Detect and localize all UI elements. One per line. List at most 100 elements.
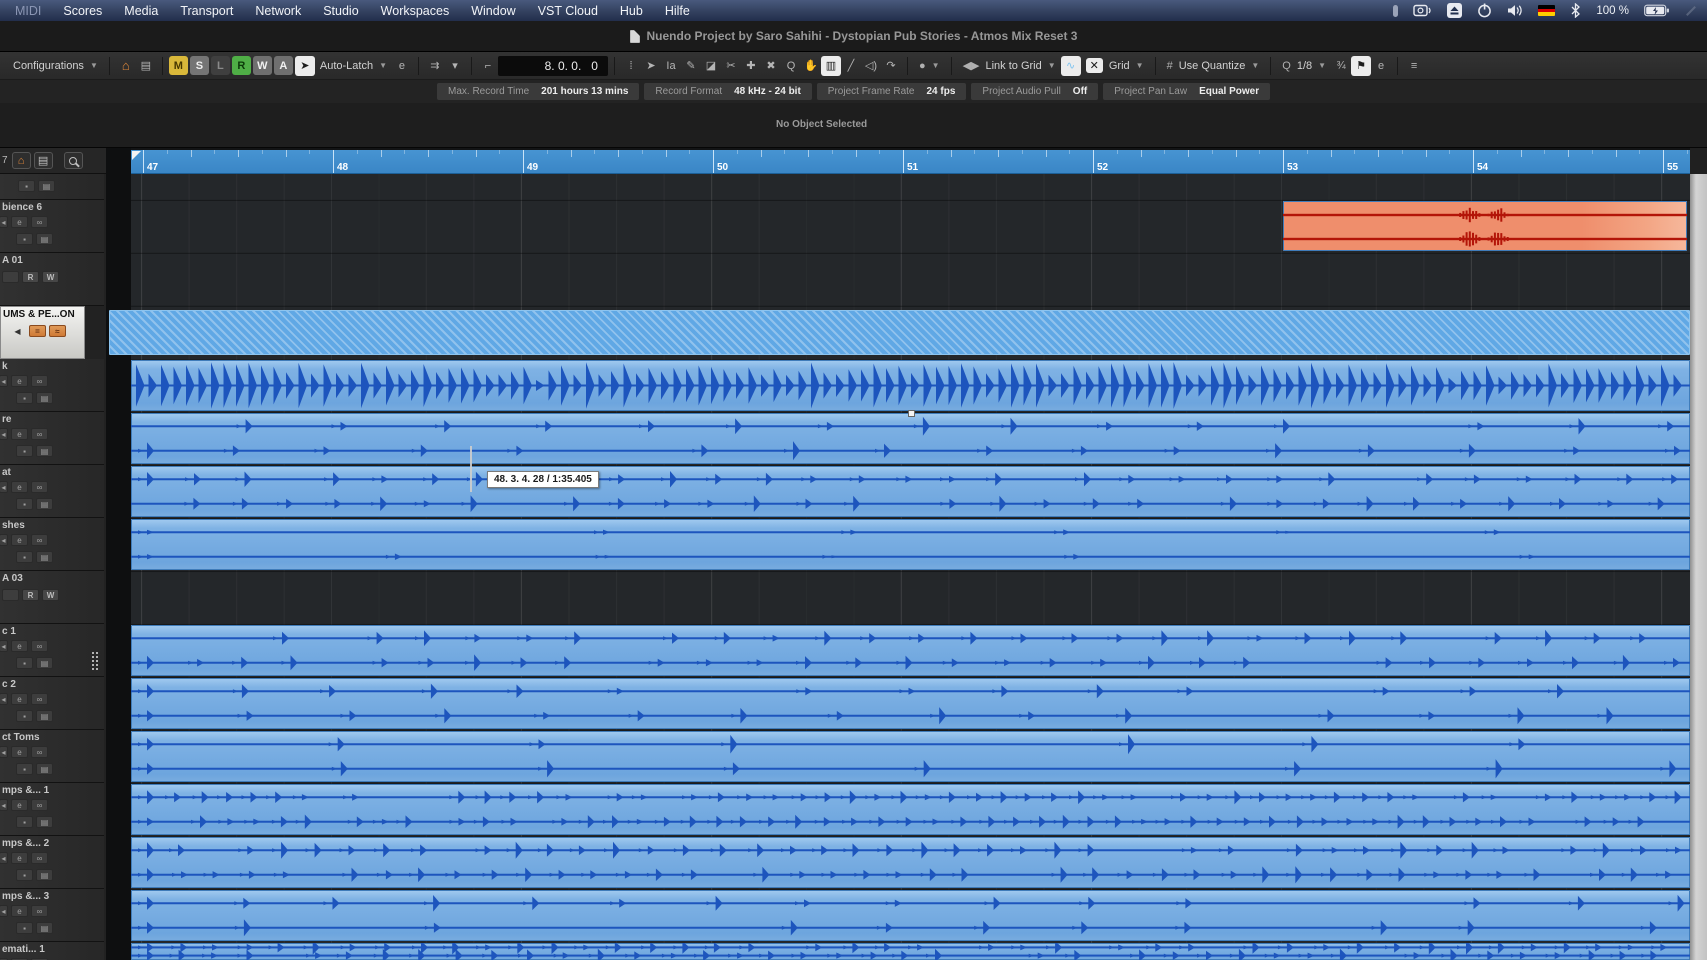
automation-value-box[interactable] bbox=[2, 271, 19, 283]
audio-event-orange[interactable] bbox=[1283, 201, 1687, 251]
track-edit-button[interactable]: e bbox=[11, 799, 28, 811]
track-lanes-button[interactable]: ▤ bbox=[36, 869, 53, 881]
menu-workspaces[interactable]: Workspaces bbox=[381, 4, 450, 18]
track-edit-button[interactable]: e bbox=[11, 534, 28, 546]
folder-collapse-button[interactable]: ◀ bbox=[9, 325, 26, 337]
power-icon[interactable] bbox=[1477, 3, 1492, 18]
folder-event-selected[interactable] bbox=[109, 310, 1690, 355]
erase-tool[interactable]: ◪ bbox=[701, 56, 721, 76]
track-lanes-button[interactable]: ▤ bbox=[36, 657, 53, 669]
track-link-button[interactable]: ∞ bbox=[31, 640, 48, 652]
automation-value-box[interactable] bbox=[2, 589, 19, 601]
track-row-re[interactable]: re◂e∞▪▤ bbox=[0, 412, 104, 465]
record-state-button[interactable]: R bbox=[232, 56, 251, 75]
quantize-panel-button[interactable]: e bbox=[1371, 56, 1391, 76]
track-edit-button[interactable]: e bbox=[11, 216, 28, 228]
track-edit-button[interactable]: e bbox=[11, 375, 28, 387]
track-edit-button[interactable]: e bbox=[11, 481, 28, 493]
track-row-ct-toms[interactable]: ct Toms◂e∞▪▤ bbox=[0, 730, 104, 783]
autoscroll-button[interactable]: ⇉ bbox=[425, 56, 445, 76]
color-menu-dropdown[interactable]: ●▼ bbox=[914, 56, 945, 76]
eject-app-icon[interactable] bbox=[1447, 3, 1462, 18]
configurations-dropdown[interactable]: Configurations▼ bbox=[8, 56, 103, 76]
audio-event[interactable] bbox=[131, 466, 1690, 517]
status-indicator-icon[interactable] bbox=[1393, 5, 1398, 17]
track-monitor-button[interactable]: ▪ bbox=[16, 445, 33, 457]
tracklist-divider[interactable] bbox=[106, 148, 131, 960]
vertical-scrollbar[interactable] bbox=[1690, 174, 1707, 960]
track-speaker-button[interactable]: ◂ bbox=[0, 428, 8, 440]
snap-mode-dropdown[interactable]: ◀▶Link to Grid▼ bbox=[958, 56, 1061, 76]
track-row-ums-pe-on[interactable]: UMS & PE...ON◀=≈ bbox=[0, 306, 85, 359]
track-speaker-button[interactable]: ◂ bbox=[0, 746, 8, 758]
divider-drag-handle[interactable] bbox=[92, 652, 98, 670]
scrub-tool[interactable]: ↷ bbox=[881, 56, 901, 76]
audio-event[interactable] bbox=[131, 837, 1690, 888]
track-edit-button[interactable]: e bbox=[11, 746, 28, 758]
audio-event[interactable] bbox=[131, 731, 1690, 782]
draw-tool[interactable]: ✎ bbox=[681, 56, 701, 76]
automation-a-state-button[interactable]: A bbox=[274, 56, 293, 75]
track-row-bience-6[interactable]: bience 6◂e∞▪▤ bbox=[0, 200, 104, 253]
track-link-button[interactable]: ∞ bbox=[31, 905, 48, 917]
track-monitor-button[interactable]: ▪ bbox=[16, 392, 33, 404]
track-edit-button[interactable]: e bbox=[11, 693, 28, 705]
track-speaker-button[interactable]: ◂ bbox=[0, 481, 8, 493]
keyboard-layout-german-flag-icon[interactable] bbox=[1538, 5, 1555, 16]
track-edit-button[interactable]: e bbox=[11, 852, 28, 864]
track-monitor-button[interactable]: ▪ bbox=[16, 869, 33, 881]
track-row-emati-1[interactable]: emati... 1◂e∞▪▤ bbox=[0, 942, 104, 960]
mute-state-button[interactable]: M bbox=[169, 56, 188, 75]
list-icon[interactable]: ▤ bbox=[34, 152, 53, 169]
track-row-a-03[interactable]: A 03RW bbox=[0, 571, 104, 624]
autoscroll-options-caret[interactable]: ▾ bbox=[445, 56, 465, 76]
track-lanes-button[interactable]: ▤ bbox=[38, 180, 55, 192]
volume-icon[interactable] bbox=[1507, 4, 1523, 17]
track-link-button[interactable]: ∞ bbox=[31, 375, 48, 387]
track-speaker-button[interactable]: ◂ bbox=[0, 693, 8, 705]
track-link-button[interactable]: ∞ bbox=[31, 428, 48, 440]
comp-tool[interactable]: ▥ bbox=[821, 56, 841, 76]
listen-state-button[interactable]: L bbox=[211, 56, 230, 75]
menu-studio[interactable]: Studio bbox=[323, 4, 358, 18]
audio-event[interactable] bbox=[131, 519, 1690, 570]
audition-tool[interactable]: ◁) bbox=[861, 56, 881, 76]
battery-icon[interactable] bbox=[1644, 4, 1670, 17]
triplet-quantize-button[interactable]: ¾ bbox=[1331, 56, 1351, 76]
automation-mode-icon-button[interactable]: ➤ bbox=[295, 56, 315, 76]
folder-group-button[interactable]: = bbox=[29, 325, 46, 337]
track-link-button[interactable]: ∞ bbox=[31, 852, 48, 864]
track-edit-button[interactable]: e bbox=[11, 905, 28, 917]
track-row-c-1[interactable]: c 1◂e∞▪▤ bbox=[0, 624, 104, 677]
combine-selection-button[interactable]: ⁞ bbox=[621, 56, 641, 76]
track-link-button[interactable]: ∞ bbox=[31, 481, 48, 493]
split-tool[interactable]: ✂ bbox=[721, 56, 741, 76]
audio-event[interactable] bbox=[131, 360, 1690, 411]
track-lanes-button[interactable]: ▤ bbox=[36, 498, 53, 510]
track-speaker-button[interactable]: ◂ bbox=[0, 216, 8, 228]
audiowarp-quantize-button[interactable]: ⚑ bbox=[1351, 56, 1371, 76]
automation-read-button[interactable]: R bbox=[22, 271, 39, 283]
track-speaker-button[interactable]: ◂ bbox=[0, 905, 8, 917]
menu-hub[interactable]: Hub bbox=[620, 4, 643, 18]
track-lanes-button[interactable]: ▤ bbox=[36, 551, 53, 563]
audio-event[interactable] bbox=[131, 413, 1690, 464]
zoom-tool[interactable]: Q bbox=[781, 56, 801, 76]
track-lanes-button[interactable]: ▤ bbox=[36, 922, 53, 934]
track-row-at[interactable]: at◂e∞▪▤ bbox=[0, 465, 104, 518]
house-icon[interactable]: ⌂ bbox=[12, 152, 31, 169]
track-lanes-button[interactable]: ▤ bbox=[36, 392, 53, 404]
track-lanes-button[interactable]: ▤ bbox=[36, 445, 53, 457]
track-speaker-button[interactable]: ◂ bbox=[0, 640, 8, 652]
track-monitor-button[interactable]: ▪ bbox=[16, 498, 33, 510]
track-monitor-button[interactable]: ▪ bbox=[16, 657, 33, 669]
alignment-button[interactable]: ≡ bbox=[1404, 56, 1424, 76]
punch-marker-button[interactable]: ⌐ bbox=[478, 56, 498, 76]
track-speaker-button[interactable]: ◂ bbox=[0, 534, 8, 546]
track-lanes-button[interactable]: ▤ bbox=[36, 816, 53, 828]
menu-vst-cloud[interactable]: VST Cloud bbox=[538, 4, 598, 18]
dnd-slash-icon[interactable] bbox=[1686, 6, 1696, 16]
track-edit-button[interactable]: e bbox=[11, 640, 28, 652]
audio-event[interactable] bbox=[131, 943, 1690, 960]
snap-toggle-button[interactable]: ∿ bbox=[1061, 56, 1081, 76]
